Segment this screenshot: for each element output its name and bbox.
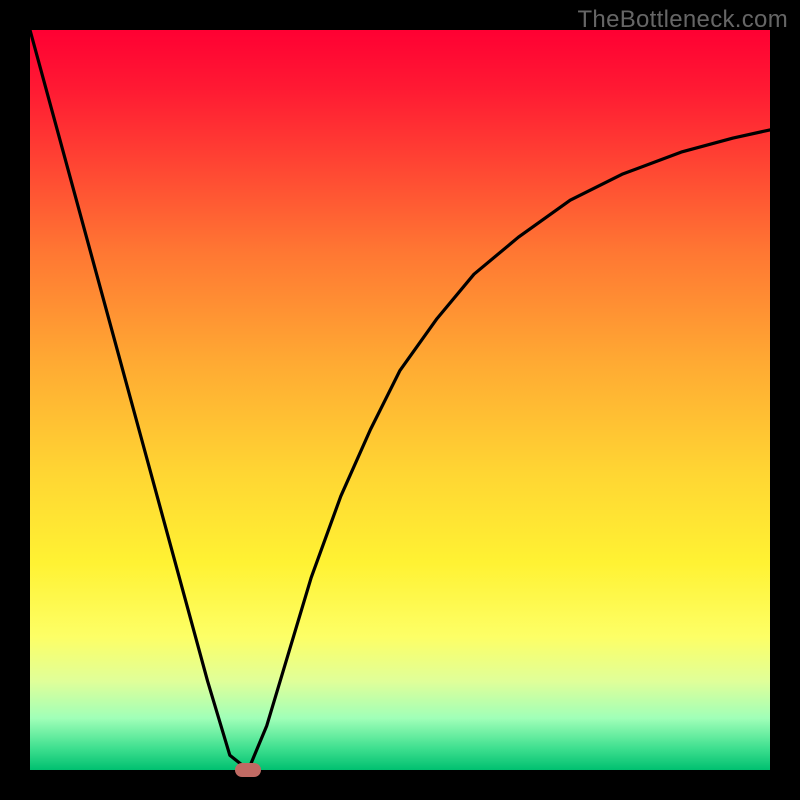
- bottleneck-curve: [30, 30, 770, 770]
- watermark-text: TheBottleneck.com: [577, 6, 788, 34]
- curve-layer: [30, 30, 770, 770]
- optimal-point-marker: [235, 763, 261, 777]
- chart-container: TheBottleneck.com: [0, 0, 800, 800]
